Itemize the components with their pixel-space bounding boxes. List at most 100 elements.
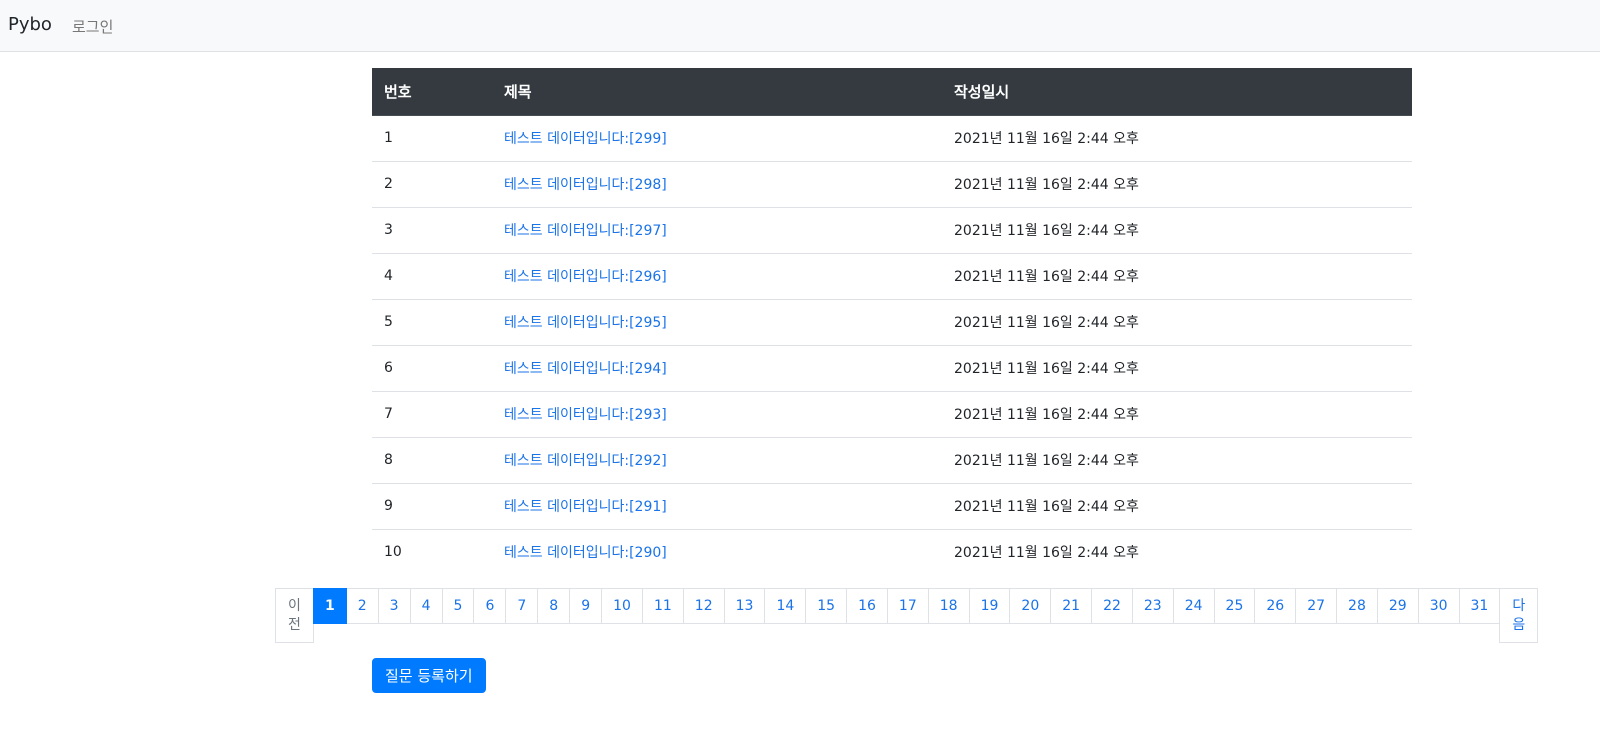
row-title-cell: 테스트 데이터입니다:[299] — [492, 115, 942, 162]
table-row: 9 테스트 데이터입니다:[291] 2021년 11월 16일 2:44 오후 — [372, 483, 1412, 530]
page-1-link[interactable]: 1 — [313, 588, 347, 624]
prev-label-2: 전 — [288, 616, 301, 633]
page-11-link[interactable]: 11 — [641, 588, 684, 624]
page-30-link[interactable]: 30 — [1417, 588, 1460, 624]
page-13-link[interactable]: 13 — [723, 588, 766, 624]
page-5-link[interactable]: 5 — [441, 588, 475, 624]
page-6-link[interactable]: 6 — [473, 588, 507, 624]
question-table: 번호 제목 작성일시 1 테스트 데이터입니다:[299] 2021년 11월 16… — [372, 68, 1412, 575]
row-title-cell: 테스트 데이터입니다:[293] — [492, 391, 942, 438]
prev-page-button[interactable]: 이 전 — [275, 588, 314, 643]
row-number: 9 — [372, 483, 492, 530]
page-28-link[interactable]: 28 — [1336, 588, 1378, 624]
row-created-at: 2021년 11월 16일 2:44 오후 — [942, 207, 1412, 254]
question-link[interactable]: 테스트 데이터입니다:[294] — [504, 361, 667, 377]
table-header-row: 번호 제목 작성일시 — [372, 68, 1412, 116]
top-navbar: Pybo 로그인 — [0, 0, 1600, 52]
page-14-link[interactable]: 14 — [764, 588, 807, 624]
row-title-cell: 테스트 데이터입니다:[290] — [492, 529, 942, 575]
table-row: 1 테스트 데이터입니다:[299] 2021년 11월 16일 2:44 오후 — [372, 115, 1412, 162]
row-title-cell: 테스트 데이터입니다:[297] — [492, 207, 942, 254]
header-number: 번호 — [372, 68, 492, 116]
table-row: 4 테스트 데이터입니다:[296] 2021년 11월 16일 2:44 오후 — [372, 253, 1412, 300]
next-page-button[interactable]: 다 음 — [1499, 588, 1539, 643]
page-24-link[interactable]: 24 — [1172, 588, 1215, 624]
page-25-link[interactable]: 25 — [1213, 588, 1256, 624]
row-title-cell: 테스트 데이터입니다:[292] — [492, 437, 942, 484]
row-created-at: 2021년 11월 16일 2:44 오후 — [954, 545, 1139, 562]
row-title-cell: 테스트 데이터입니다:[294] — [492, 345, 942, 392]
table-row: 2 테스트 데이터입니다:[298] 2021년 11월 16일 2:44 오후 — [372, 161, 1412, 208]
row-title-cell: 테스트 데이터입니다:[291] — [492, 483, 942, 530]
row-title-cell: 테스트 데이터입니다:[298] — [492, 161, 942, 208]
row-created-at: 2021년 11월 16일 2:44 오후 — [942, 299, 1412, 346]
page-8-link[interactable]: 8 — [537, 588, 571, 624]
page-7-link[interactable]: 7 — [505, 588, 539, 624]
create-question-button[interactable]: 질문 등록하기 — [372, 658, 486, 693]
prev-label-1: 이 — [288, 597, 301, 614]
row-title-cell: 테스트 데이터입니다:[295] — [492, 299, 942, 346]
table-row: 6 테스트 데이터입니다:[294] 2021년 11월 16일 2:44 오후 — [372, 345, 1412, 392]
header-created-at: 작성일시 — [942, 68, 1412, 116]
page-17-link[interactable]: 17 — [886, 588, 929, 624]
row-created-at: 2021년 11월 16일 2:44 오후 — [942, 391, 1412, 438]
question-link[interactable]: 테스트 데이터입니다:[297] — [504, 223, 667, 239]
question-link[interactable]: 테스트 데이터입니다:[292] — [504, 453, 667, 469]
row-number: 5 — [372, 299, 492, 346]
question-link[interactable]: 테스트 데이터입니다:[291] — [504, 499, 667, 515]
next-label-1: 다 — [1512, 597, 1526, 614]
page-26-link[interactable]: 26 — [1254, 588, 1297, 624]
page-27-link[interactable]: 27 — [1295, 588, 1338, 624]
page-12-link[interactable]: 12 — [682, 588, 725, 624]
row-created-at: 2021년 11월 16일 2:44 오후 — [942, 345, 1412, 392]
page-19-link[interactable]: 19 — [968, 588, 1011, 624]
page-21-link[interactable]: 21 — [1050, 588, 1093, 624]
page-3-link[interactable]: 3 — [377, 588, 411, 624]
table-body: 1 테스트 데이터입니다:[299] 2021년 11월 16일 2:44 오후 2 테… — [372, 115, 1412, 575]
page-15-link[interactable]: 15 — [805, 588, 848, 624]
row-title-cell: 테스트 데이터입니다:[296] — [492, 253, 942, 300]
page-10-link[interactable]: 10 — [601, 588, 643, 624]
pagination: 이 전 1 2 3 4 5 6 7 8 9 10 11 12 13 14 15 16 17 18 19 20 21 22 2… — [275, 588, 1539, 643]
row-created-at: 2021년 11월 16일 2:44 오후 — [942, 161, 1412, 208]
question-link[interactable]: 테스트 데이터입니다:[293] — [504, 407, 667, 423]
table-row: 10 테스트 데이터입니다:[290] 2021년 11월 16일 2:44 오후 — [372, 529, 1412, 575]
page-22-link[interactable]: 22 — [1091, 588, 1133, 624]
question-link[interactable]: 테스트 데이터입니다:[298] — [504, 177, 667, 193]
page-2-link[interactable]: 2 — [345, 588, 379, 624]
header-title: 제목 — [492, 68, 942, 116]
login-link[interactable]: 로그인 — [72, 16, 113, 37]
row-created-at: 2021년 11월 16일 2:44 오후 — [942, 253, 1412, 300]
row-number: 4 — [372, 253, 492, 300]
page-29-link[interactable]: 29 — [1376, 588, 1419, 624]
next-label-2: 음 — [1512, 616, 1526, 633]
question-link[interactable]: 테스트 데이터입니다:[290] — [504, 545, 667, 561]
table-row: 3 테스트 데이터입니다:[297] 2021년 11월 16일 2:44 오후 — [372, 207, 1412, 254]
row-number: 8 — [372, 437, 492, 484]
page-4-link[interactable]: 4 — [409, 588, 443, 624]
brand-link[interactable]: Pybo — [8, 14, 52, 35]
table-row: 7 테스트 데이터입니다:[293] 2021년 11월 16일 2:44 오후 — [372, 391, 1412, 438]
page-number-list: 1 2 3 4 5 6 7 8 9 10 11 12 13 14 15 16 17 18 19 20 21 22 23 24 2… — [313, 588, 1501, 624]
page-20-link[interactable]: 20 — [1009, 588, 1052, 624]
row-number: 1 — [372, 115, 492, 162]
row-number: 2 — [372, 161, 492, 208]
row-created-at: 2021년 11월 16일 2:44 오후 — [942, 483, 1412, 530]
question-list: 번호 제목 작성일시 1 테스트 데이터입니다:[299] 2021년 11월 16… — [372, 68, 1412, 575]
row-created-at: 2021년 11월 16일 2:44 오후 — [942, 115, 1412, 162]
row-number: 7 — [372, 391, 492, 438]
table-row: 8 테스트 데이터입니다:[292] 2021년 11월 16일 2:44 오후 — [372, 437, 1412, 484]
page-9-link[interactable]: 9 — [569, 588, 603, 624]
table-row: 5 테스트 데이터입니다:[295] 2021년 11월 16일 2:44 오후 — [372, 299, 1412, 346]
page-16-link[interactable]: 16 — [846, 588, 888, 624]
row-number: 3 — [372, 207, 492, 254]
question-link[interactable]: 테스트 데이터입니다:[296] — [504, 269, 667, 285]
row-created-at: 2021년 11월 16일 2:44 오후 — [942, 437, 1412, 484]
question-link[interactable]: 테스트 데이터입니다:[295] — [504, 315, 667, 331]
page-23-link[interactable]: 23 — [1131, 588, 1174, 624]
page-18-link[interactable]: 18 — [927, 588, 970, 624]
question-link[interactable]: 테스트 데이터입니다:[299] — [504, 131, 667, 147]
row-number: 10 — [384, 544, 402, 561]
page-31-link[interactable]: 31 — [1458, 588, 1501, 624]
row-number: 6 — [372, 345, 492, 392]
